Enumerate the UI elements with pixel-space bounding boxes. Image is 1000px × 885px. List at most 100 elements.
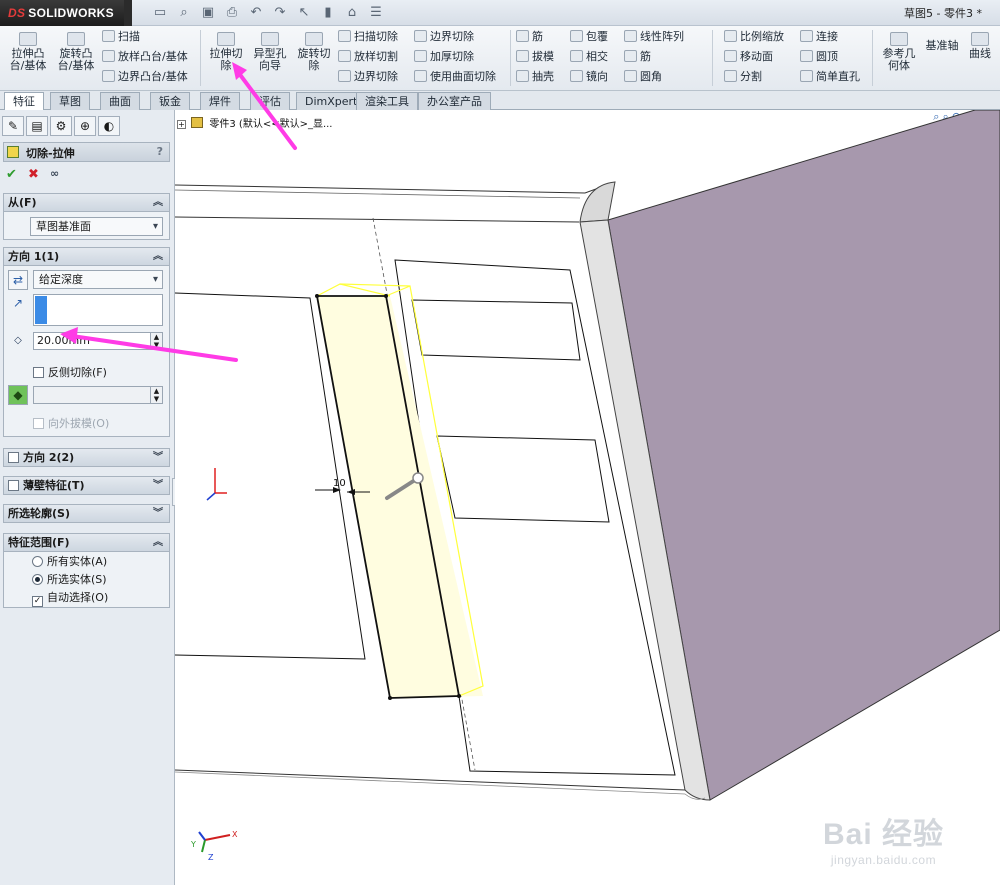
menu-flyout-arrow[interactable] [124,0,132,26]
top-edge-inner [175,189,581,199]
flip-side-checkbox[interactable]: 反侧切除(F) [33,365,107,381]
preview-glasses-icon[interactable]: ∞ [50,167,59,180]
boundary-boss-button[interactable]: 边界凸台/基体 [102,68,188,86]
print-icon[interactable]: ⎙ [222,4,242,22]
end-condition-select[interactable]: 给定深度 ▾ [33,270,163,289]
watermark-brand: Bai 经验 [822,818,944,851]
mirror-button[interactable]: 镜向 [570,68,608,86]
reverse-direction-icon[interactable]: ⇄ [8,270,28,290]
curves-button[interactable]: 曲线 [964,32,996,60]
sweep-button[interactable]: 扫描 [102,28,140,46]
tab-office-products[interactable]: 办公室产品 [418,92,491,110]
expand-chevron-icon[interactable]: ︾ [153,449,163,466]
file-props-icon[interactable]: ⌂ [342,4,362,22]
boundary-cut2-button[interactable]: 边界切除 [414,28,474,46]
draft-button[interactable]: 拔模 [516,48,554,66]
from-select[interactable]: 草图基准面 ▾ [30,217,163,236]
ok-check-icon[interactable]: ✔ [6,167,17,182]
draft-outward-checkbox[interactable]: 向外拔模(O) [33,416,109,432]
solidworks-logo[interactable]: DS SOLIDWORKS [0,0,124,26]
direction1-header[interactable]: 方向 1(1) ︽ [4,248,169,266]
revolve-boss-icon [67,32,85,46]
loft-boss-button[interactable]: 放样凸台/基体 [102,48,188,66]
extrude-boss-button[interactable]: 拉伸凸 台/基体 [8,32,48,72]
ref-geometry-button[interactable]: 参考几 何体 [878,32,920,72]
rib2-button[interactable]: 筋 [624,48,651,66]
connect-button[interactable]: 连接 [800,28,838,46]
fillet-button[interactable]: 圆角 [624,68,662,86]
dimxpert-icon[interactable]: ⊕ [74,116,96,136]
open-icon[interactable]: ⌕ [174,4,194,22]
thin-feature-header[interactable]: 薄壁特征(T) ︾ [4,477,169,495]
spin-arrows-icon[interactable]: ▲ ▼ [150,387,162,403]
cancel-x-icon[interactable]: ✖ [28,167,39,182]
shell-button[interactable]: 抽壳 [516,68,554,86]
intersect-button[interactable]: 相交 [570,48,608,66]
property-manager-icon[interactable]: ▤ [26,116,48,136]
auto-select-checkbox[interactable]: ✓ 自动选择(O) [32,590,108,607]
boundary-cut-button[interactable]: 边界切除 [338,68,398,86]
ref-axis-button[interactable]: 基准轴 [922,40,962,52]
from-select-value: 草图基准面 [36,220,91,233]
draft-toggle-icon[interactable]: ◆ [8,385,28,405]
dome-button[interactable]: 圆顶 [800,48,838,66]
checkbox-box [33,367,44,378]
split-button[interactable]: 分割 [724,68,762,86]
redo-icon[interactable]: ↷ [270,4,290,22]
tab-surfaces[interactable]: 曲面 [100,92,140,110]
extrude-cut-button[interactable]: 拉伸切 除 [206,32,246,72]
simple-hole-icon [800,70,813,82]
collapse-chevron-icon[interactable]: ︽ [153,248,163,265]
direction2-header[interactable]: 方向 2(2) ︾ [4,449,169,467]
select-icon[interactable]: ↖ [294,4,314,22]
save-icon[interactable]: ▣ [198,4,218,22]
selected-bodies-radio[interactable]: 所选实体(S) [32,572,107,588]
configuration-icon[interactable]: ⚙ [50,116,72,136]
thicken-cut-button[interactable]: 加厚切除 [414,48,474,66]
collapse-chevron-icon[interactable]: ︽ [153,534,163,551]
simple-hole-button[interactable]: 简单直孔 [800,68,860,86]
depth-input[interactable]: 20.00mm ▲ ▼ [33,332,163,350]
selected-contours-header[interactable]: 所选轮廓(S) ︾ [4,505,169,523]
direction2-checkbox[interactable] [8,452,19,463]
direction-vector-list[interactable] [33,294,163,326]
thin-feature-checkbox[interactable] [8,480,19,491]
revolve-cut-button[interactable]: 旋转切 除 [294,32,334,72]
expand-chevron-icon[interactable]: ︾ [153,477,163,494]
lofted-cut-button[interactable]: 放样切割 [338,48,398,66]
tab-features[interactable]: 特征 [4,92,44,111]
tab-sketch[interactable]: 草图 [50,92,90,110]
all-bodies-radio[interactable]: 所有实体(A) [32,554,107,570]
collapse-chevron-icon[interactable]: ︽ [153,194,163,211]
feature-manager-icon[interactable]: ✎ [2,116,24,136]
swept-cut-button[interactable]: 扫描切除 [338,28,398,46]
wrap-button[interactable]: 包覆 [570,28,608,46]
feature-scope-header[interactable]: 特征范围(F) ︽ [4,534,169,552]
dimension-label[interactable]: 10 [333,478,346,489]
rib-button[interactable]: 筋 [516,28,543,46]
spin-arrows-icon[interactable]: ▲ ▼ [150,333,162,349]
surface-cut-button[interactable]: 使用曲面切除 [414,68,496,86]
move-face-button[interactable]: 移动面 [724,48,773,66]
graphics-viewport[interactable]: + 零件3 (默认<<默认>_显... ⌕⌕⊘◈▾∞ [175,110,1000,885]
from-header[interactable]: 从(F) ︽ [4,194,169,212]
undo-icon[interactable]: ↶ [246,4,266,22]
orientation-y-axis [201,839,206,853]
scale-button[interactable]: 比例缩放 [724,28,784,46]
draft-angle-input[interactable]: ▲ ▼ [33,386,163,404]
revolve-boss-button[interactable]: 旋转凸 台/基体 [54,32,98,72]
display-manager-icon[interactable]: ◐ [98,116,120,136]
expand-chevron-icon[interactable]: ︾ [153,505,163,522]
tab-sheet-metal[interactable]: 钣金 [150,92,190,110]
depth-drag-handle-knob[interactable] [412,472,424,484]
tab-evaluate[interactable]: 评估 [250,92,290,110]
rebuild-icon[interactable]: ▮ [318,4,338,22]
options-icon[interactable]: ☰ [366,4,386,22]
tab-render-tools[interactable]: 渲染工具 [356,92,418,110]
boundary-cut-icon [338,70,351,82]
hole-wizard-button[interactable]: 异型孔 向导 [250,32,290,72]
help-icon[interactable]: ? [157,145,163,158]
new-icon[interactable]: ▭ [150,4,170,22]
linear-pattern-button[interactable]: 线性阵列 [624,28,684,46]
tab-weldments[interactable]: 焊件 [200,92,240,110]
